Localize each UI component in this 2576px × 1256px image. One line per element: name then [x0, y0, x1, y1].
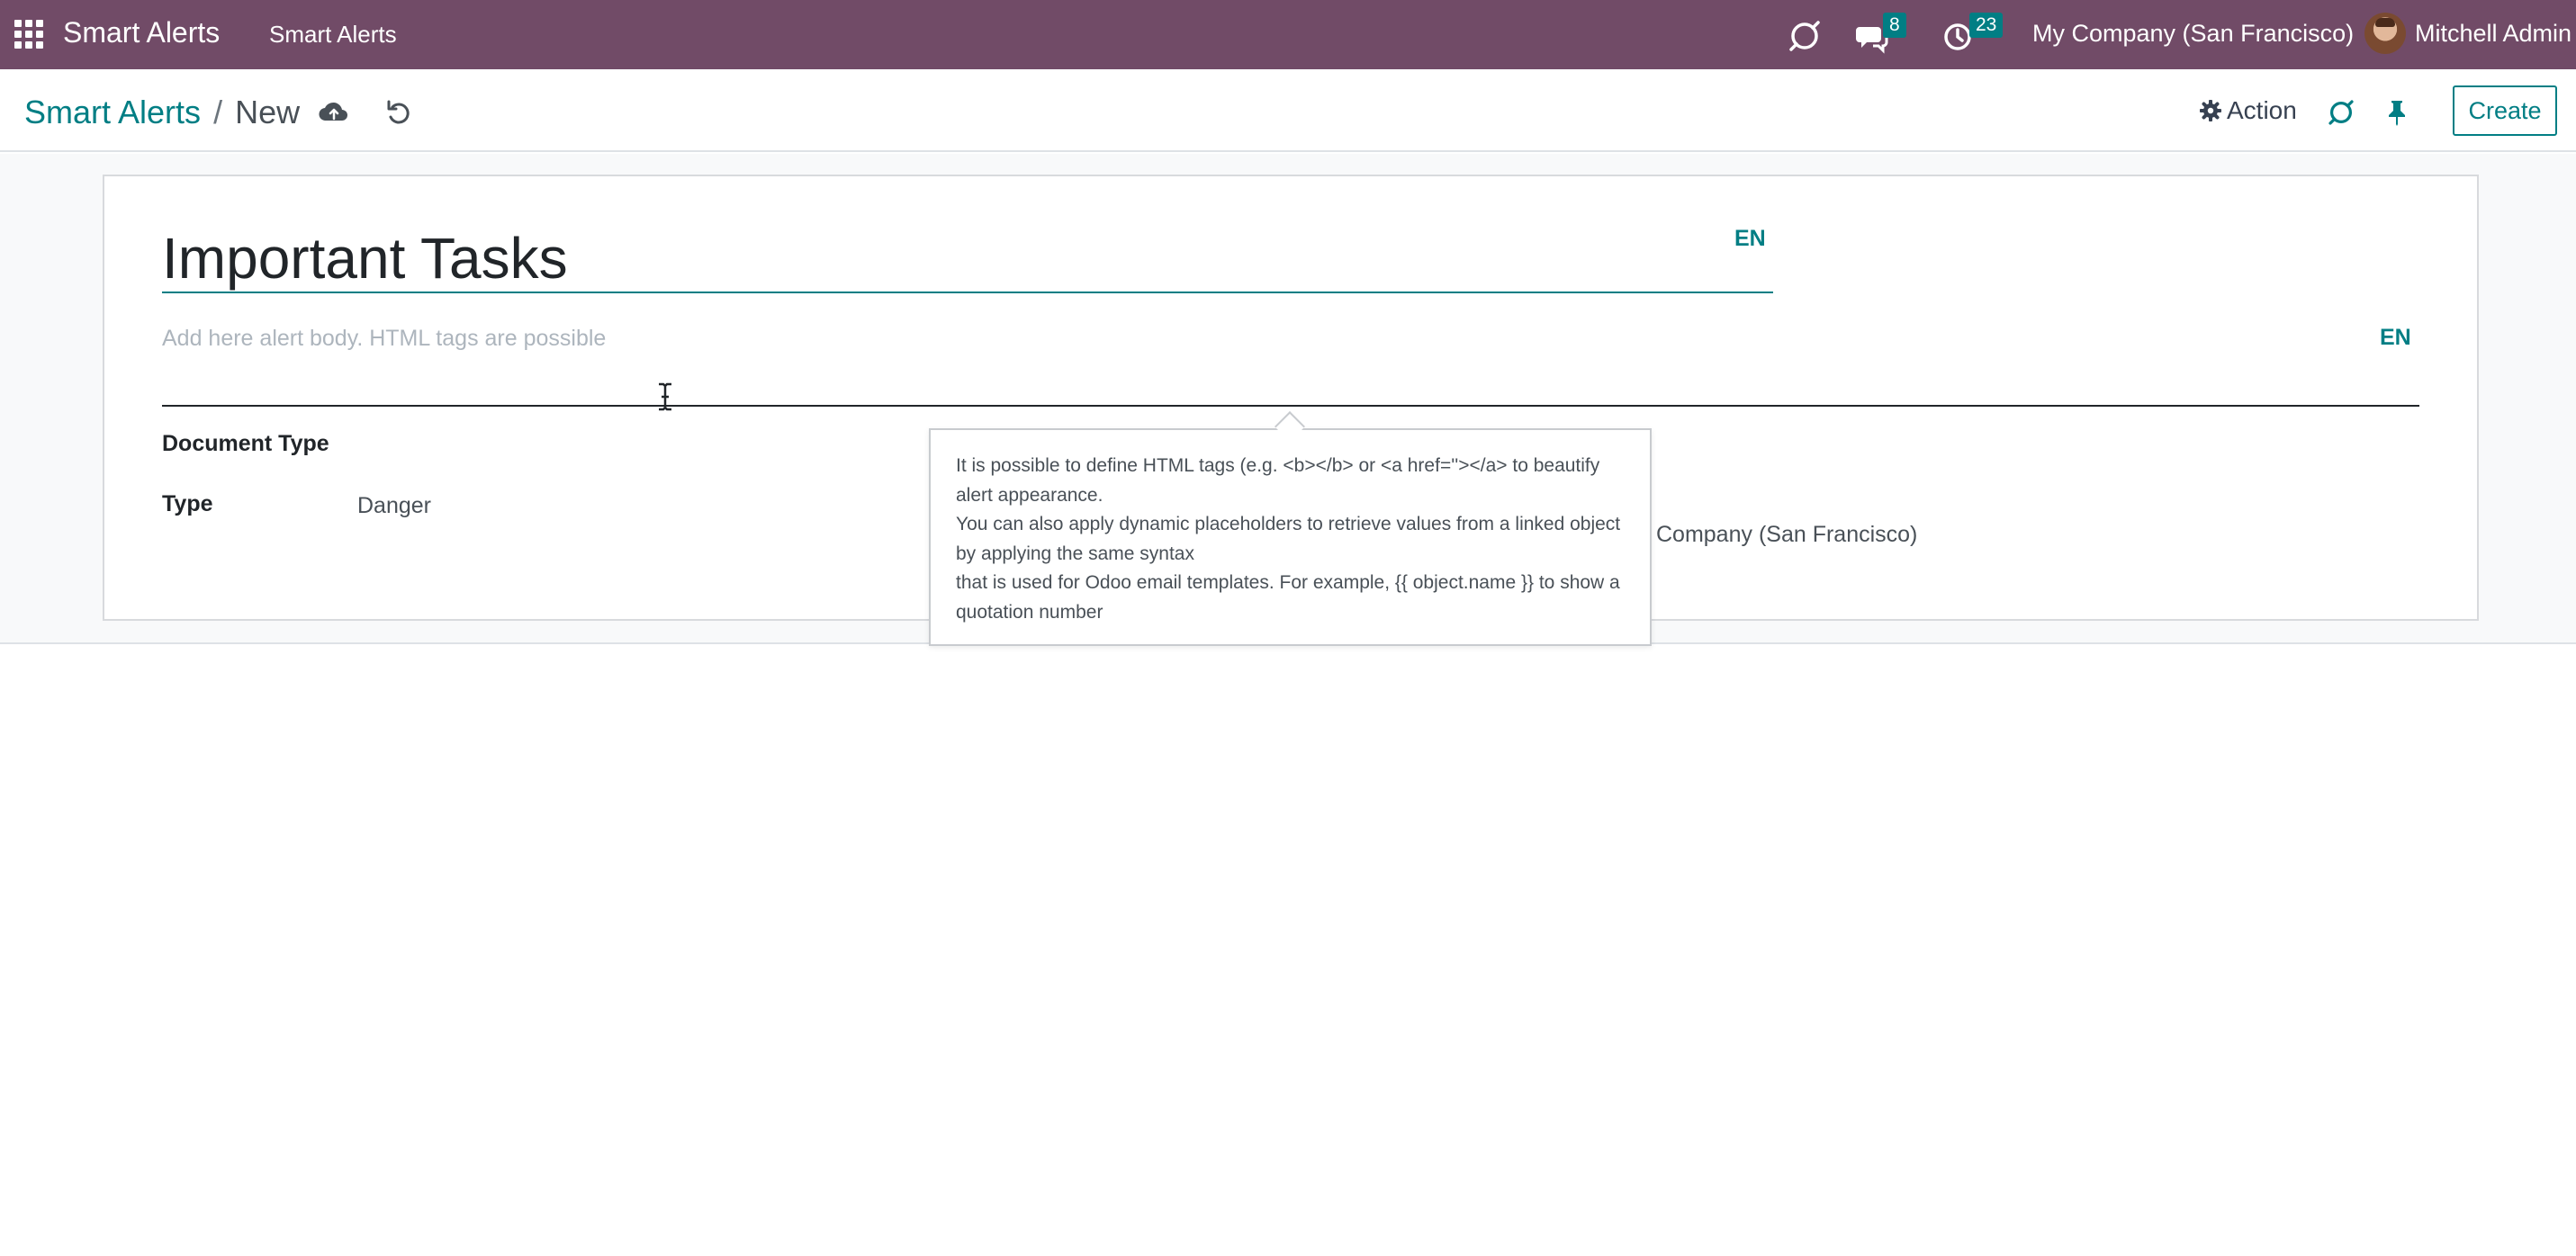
tooltip-line-2: You can also apply dynamic placeholders … — [956, 514, 1621, 564]
apps-menu-icon[interactable] — [14, 20, 43, 49]
user-avatar[interactable] — [2364, 13, 2406, 54]
breadcrumb-separator: / — [213, 94, 223, 130]
document-type-label: Document Type — [162, 431, 329, 456]
main-navbar: Smart Alerts Smart Alerts 8 23 My Compan… — [0, 0, 2576, 69]
create-button[interactable]: Create — [2453, 85, 2557, 136]
tooltip-line-3: that is used for Odoo email templates. F… — [956, 572, 1620, 623]
body-help-tooltip: It is possible to define HTML tags (e.g.… — [929, 428, 1652, 646]
action-menu-button[interactable]: Action — [2200, 96, 2297, 125]
pin-icon[interactable] — [2383, 98, 2410, 127]
alert-body-placeholder: Add here alert body. HTML tags are possi… — [162, 326, 607, 351]
alert-title-input[interactable]: Important Tasks — [162, 223, 1773, 293]
discard-undo-icon[interactable] — [383, 96, 416, 129]
activities-count-badge: 23 — [1969, 13, 2004, 38]
gear-icon — [2200, 100, 2221, 121]
title-language-button[interactable]: EN — [1734, 226, 1766, 252]
user-menu[interactable]: Mitchell Admin — [2415, 20, 2571, 48]
control-panel: Smart Alerts / New Action — [0, 69, 2576, 152]
type-label: Type — [162, 491, 213, 516]
debug-icon[interactable] — [1787, 18, 1823, 54]
body-language-button[interactable]: EN — [2380, 325, 2411, 351]
chatter-toggle-icon[interactable] — [2327, 98, 2355, 127]
breadcrumb-current: New — [235, 94, 301, 130]
save-cloud-icon[interactable] — [318, 96, 350, 129]
app-name[interactable]: Smart Alerts — [63, 16, 220, 49]
messages-count-badge: 8 — [1883, 13, 1906, 38]
breadcrumb-parent-link[interactable]: Smart Alerts — [24, 94, 201, 131]
company-field-value[interactable]: Company (San Francisco) — [1656, 522, 1917, 548]
type-select[interactable]: Danger — [357, 493, 431, 519]
alert-body-field[interactable]: Add here alert body. HTML tags are possi… — [162, 320, 2419, 407]
action-label: Action — [2227, 96, 2297, 124]
tooltip-line-1: It is possible to define HTML tags (e.g.… — [956, 455, 1600, 506]
company-switcher[interactable]: My Company (San Francisco) — [2032, 20, 2354, 48]
text-cursor-icon — [659, 382, 671, 411]
menu-item-smart-alerts[interactable]: Smart Alerts — [269, 21, 397, 49]
breadcrumb: Smart Alerts / New — [24, 94, 300, 131]
